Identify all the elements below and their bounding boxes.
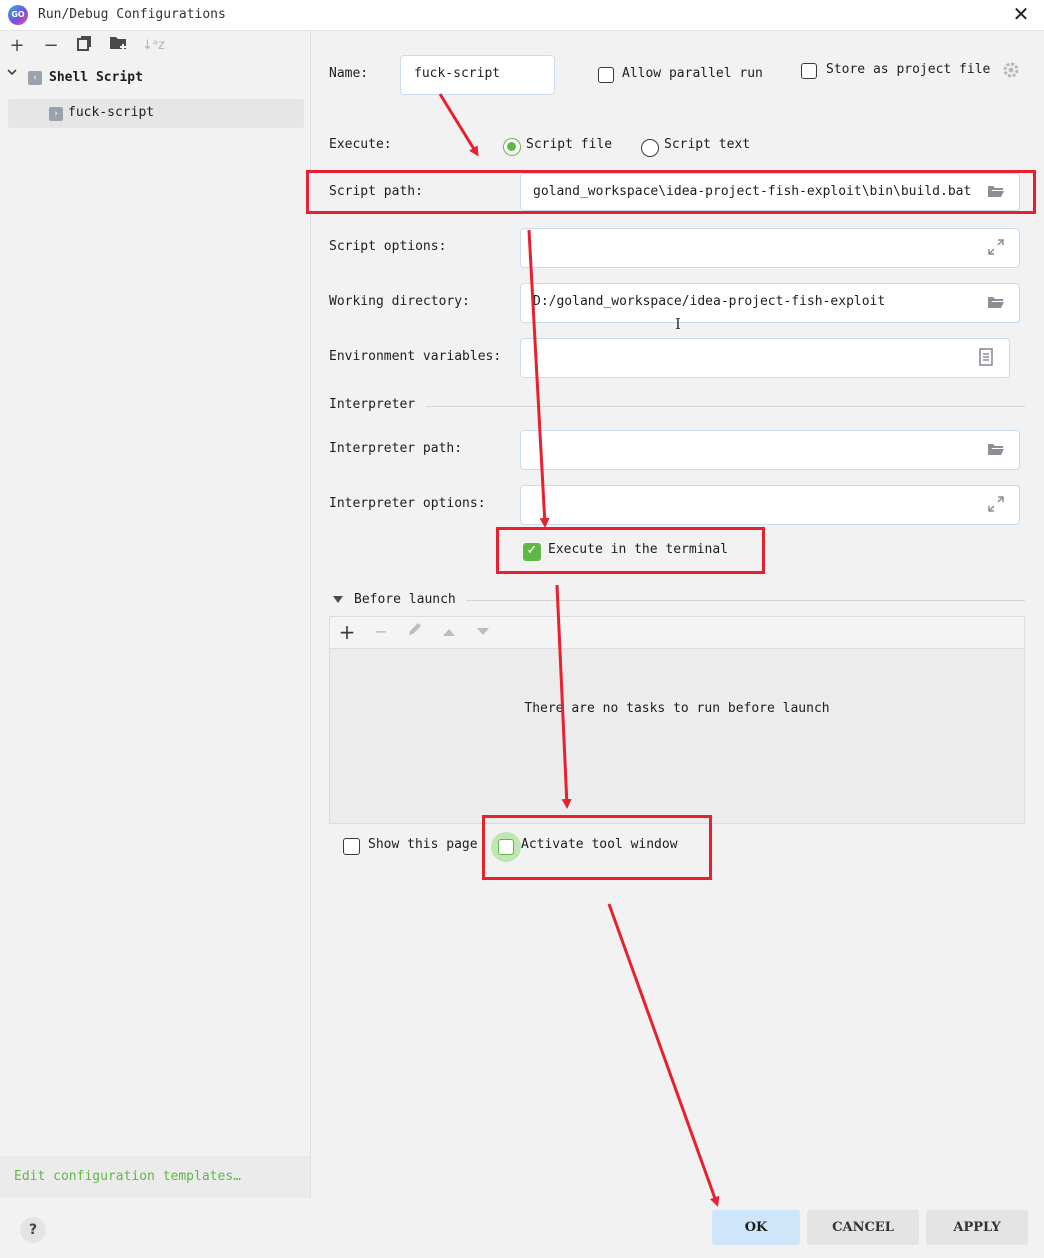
annotation-box-execute-terminal: [496, 527, 765, 574]
add-icon[interactable]: +: [6, 35, 28, 57]
text-cursor-icon: I: [675, 315, 681, 333]
before-launch-separator: [466, 600, 1025, 601]
interpreter-separator: [426, 406, 1025, 407]
annotation-box-script-path: [306, 170, 1036, 214]
script-options-field[interactable]: [520, 228, 1020, 268]
folder-open-icon[interactable]: [985, 441, 1007, 461]
interpreter-section-title: Interpreter: [329, 397, 416, 412]
arrow-to-script-path: [438, 93, 479, 157]
store-project-label: Store as project file: [826, 62, 991, 77]
working-dir-label: Working directory:: [329, 294, 470, 309]
script-text-label: Script text: [664, 137, 751, 152]
arrow-to-ok-button: [607, 903, 720, 1207]
before-launch-title: Before launch: [354, 592, 456, 607]
collapse-triangle-icon[interactable]: [332, 594, 344, 609]
interpreter-options-field[interactable]: [520, 485, 1020, 525]
close-icon[interactable]: ✕: [1010, 3, 1032, 25]
add-icon[interactable]: +: [335, 620, 359, 644]
goland-app-icon: GO: [8, 5, 28, 25]
cancel-button[interactable]: CANCEL: [807, 1210, 919, 1245]
gear-icon[interactable]: [1002, 61, 1020, 79]
remove-icon[interactable]: −: [369, 620, 393, 644]
remove-icon[interactable]: −: [40, 35, 62, 57]
name-label: Name:: [329, 66, 369, 81]
script-options-label: Script options:: [329, 239, 447, 254]
edit-templates-link[interactable]: Edit configuration templates…: [14, 1169, 241, 1184]
allow-parallel-checkbox[interactable]: [598, 67, 614, 83]
script-file-label: Script file: [526, 137, 613, 152]
apply-button[interactable]: APPLY: [926, 1210, 1028, 1245]
edit-icon[interactable]: [403, 620, 427, 644]
window-title: Run/Debug Configurations: [38, 7, 226, 22]
expand-icon[interactable]: [985, 238, 1007, 258]
radio-script-text[interactable]: [641, 139, 659, 157]
tree-item-label: fuck-script: [68, 105, 155, 120]
sort-icon[interactable]: ↓ᵃz: [142, 35, 165, 57]
interpreter-path-field[interactable]: [520, 430, 1020, 470]
shell-script-icon: ›: [49, 107, 63, 121]
store-project-checkbox[interactable]: [801, 63, 817, 79]
radio-script-file[interactable]: [503, 138, 521, 156]
chevron-down-icon[interactable]: [6, 66, 18, 81]
interpreter-options-label: Interpreter options:: [329, 496, 486, 511]
help-button[interactable]: ?: [20, 1217, 46, 1243]
tree-group-shell-script[interactable]: Shell Script: [49, 70, 143, 85]
execute-label: Execute:: [329, 137, 392, 152]
env-vars-label: Environment variables:: [329, 349, 502, 364]
copy-icon[interactable]: [74, 35, 96, 57]
shell-script-icon: ›: [28, 71, 42, 85]
interpreter-path-label: Interpreter path:: [329, 441, 463, 456]
before-launch-empty-text: There are no tasks to run before launch: [524, 701, 830, 716]
before-launch-toolbar: [330, 617, 1024, 649]
document-icon[interactable]: [975, 348, 997, 368]
show-this-page-label: Show this page: [368, 837, 478, 852]
expand-icon[interactable]: [985, 495, 1007, 515]
allow-parallel-label: Allow parallel run: [622, 66, 763, 81]
folder-add-icon[interactable]: [108, 35, 130, 57]
show-this-page-checkbox[interactable]: [343, 838, 360, 855]
working-dir-value: D:/goland_workspace/idea-project-fish-ex…: [533, 294, 886, 309]
left-panel: [0, 31, 311, 1198]
move-up-icon[interactable]: [437, 620, 461, 644]
annotation-box-activate-tool-window: [482, 815, 712, 880]
name-value: fuck-script: [414, 66, 501, 81]
env-vars-field[interactable]: [520, 338, 1010, 378]
ok-button[interactable]: OK: [712, 1210, 800, 1245]
move-down-icon[interactable]: [471, 620, 495, 644]
folder-open-icon[interactable]: [985, 294, 1007, 314]
